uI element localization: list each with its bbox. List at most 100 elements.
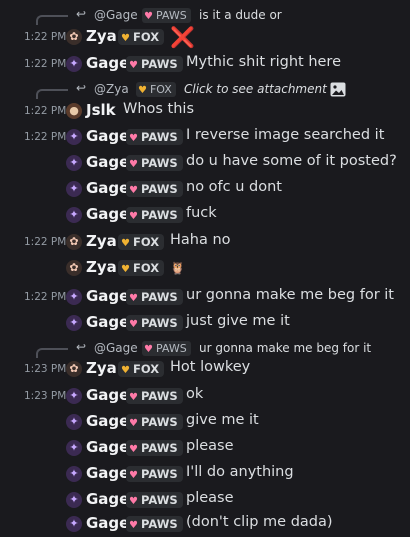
username[interactable]: Gage — [86, 464, 129, 482]
message-row[interactable]: 1:22 PM ✦ Gage ♥ PAWS Mythic shit right h… — [0, 51, 410, 77]
username[interactable]: Zya — [86, 258, 117, 276]
gage-avatar-icon[interactable]: ✦ — [66, 388, 82, 404]
message-text: Hot lowkey — [170, 359, 251, 375]
username[interactable]: Gage — [86, 438, 129, 456]
role-tag: ♥ FOX — [118, 361, 165, 377]
message-text: fuck — [186, 205, 217, 221]
username[interactable]: Gage — [86, 490, 129, 508]
username[interactable]: Gage — [86, 179, 129, 197]
timestamp: 1:22 PM — [24, 31, 67, 43]
heart-icon: ♥ — [129, 418, 138, 429]
gage-avatar-icon[interactable]: ✦ — [66, 466, 82, 482]
reply-username[interactable]: @Gage — [94, 341, 138, 355]
heart-icon: ♥ — [121, 365, 130, 376]
username[interactable]: Zya — [86, 232, 117, 250]
username[interactable]: Gage — [86, 153, 129, 171]
heart-icon: ♥ — [129, 159, 138, 170]
reply-preview[interactable]: ↩ @Zya ♥ FOX Click to see attachment — [0, 80, 410, 100]
reply-username[interactable]: @Gage — [94, 8, 138, 22]
role-tag: ♥ PAWS — [126, 414, 183, 430]
reply-text[interactable]: ur gonna make me beg for it — [199, 341, 371, 355]
message-text: please — [186, 438, 234, 454]
reply-arrow-icon: ↩ — [76, 7, 87, 21]
message-text: do u have some of it posted? — [186, 153, 397, 169]
role-tag: ♥ PAWS — [126, 56, 183, 72]
role-tag: ♥ FOX — [118, 29, 165, 45]
username[interactable]: Gage — [86, 287, 129, 305]
gage-avatar-icon[interactable]: ✦ — [66, 207, 82, 223]
reply-preview[interactable]: ↩ @Gage ♥ PAWS is it a dude or — [0, 6, 410, 26]
gage-avatar-icon[interactable]: ✦ — [66, 516, 82, 532]
image-icon[interactable] — [330, 82, 346, 97]
timestamp: 1:23 PM — [24, 363, 67, 375]
message-text: ur gonna make me beg for it — [186, 287, 394, 303]
message-row[interactable]: ✦ Gage ♥ PAWS please — [0, 435, 410, 461]
username[interactable]: Gage — [86, 54, 129, 72]
reply-text[interactable]: Click to see attachment — [184, 82, 327, 96]
message-row[interactable]: ✦ Gage ♥ PAWS please — [0, 487, 410, 513]
zya-avatar-icon[interactable]: ✿ — [66, 234, 82, 250]
username[interactable]: Zya — [86, 27, 117, 45]
role-tag: ♥ PAWS — [126, 207, 183, 223]
gage-avatar-icon[interactable]: ✦ — [66, 315, 82, 331]
message-row[interactable]: ✿ Zya ♥ FOX 🦉 — [0, 255, 410, 281]
username[interactable]: Gage — [86, 127, 129, 145]
role-tag: ♥ PAWS — [126, 492, 183, 508]
username[interactable]: Gage — [86, 205, 129, 223]
timestamp: 1:22 PM — [24, 236, 67, 248]
heart-icon: ♥ — [129, 470, 138, 481]
message-row[interactable]: 1:23 PM ✦ Gage ♥ PAWS ok — [0, 383, 410, 409]
reply-text[interactable]: is it a dude or — [199, 8, 282, 22]
message-row[interactable]: 1:22 PM ✦ Gage ♥ PAWS I reverse image sea… — [0, 124, 410, 150]
heart-icon: ♥ — [121, 238, 130, 249]
gage-avatar-icon[interactable]: ✦ — [66, 492, 82, 508]
message-row[interactable]: 1:22 PM ✿ Zya ♥ FOX ❌ — [0, 24, 410, 50]
zya-avatar-icon[interactable]: ✿ — [66, 361, 82, 377]
message-text: Whos this — [123, 101, 195, 117]
reply-arrow-icon: ↩ — [76, 340, 87, 354]
message-row[interactable]: ✦ Gage ♥ PAWS fuck — [0, 202, 410, 228]
message-row[interactable]: 1:22 PM ✿ Zya ♥ FOX Haha no — [0, 229, 410, 255]
heart-icon: ♥ — [144, 11, 153, 22]
gage-avatar-icon[interactable]: ✦ — [66, 56, 82, 72]
role-tag: ♥ PAWS — [126, 289, 183, 305]
message-row[interactable]: ✦ Gage ♥ PAWS no ofc u dont — [0, 176, 410, 202]
message-row[interactable]: 1:23 PM ✿ Zya ♥ FOX Hot lowkey — [0, 356, 410, 382]
heart-icon: ♥ — [121, 264, 130, 275]
zya-avatar-icon[interactable]: ✿ — [66, 260, 82, 276]
heart-icon: ♥ — [138, 85, 147, 96]
message-row[interactable]: ✦ Gage ♥ PAWS give me it — [0, 409, 410, 435]
message-row[interactable]: 1:22 PM ✦ Gage ♥ PAWS ur gonna make me be… — [0, 284, 410, 310]
timestamp: 1:22 PM — [24, 131, 67, 143]
message-row[interactable]: ✦ Gage ♥ PAWS just give me it — [0, 310, 410, 336]
message-row[interactable]: 1:22 PM ● Jslk Whos this — [0, 98, 410, 124]
username[interactable]: Jslk — [86, 101, 116, 119]
gage-avatar-icon[interactable]: ✦ — [66, 289, 82, 305]
heart-icon: ♥ — [129, 293, 138, 304]
username[interactable]: Gage — [86, 514, 129, 532]
username[interactable]: Gage — [86, 386, 129, 404]
gage-avatar-icon[interactable]: ✦ — [66, 440, 82, 456]
message-text: (don't clip me dada) — [186, 514, 333, 530]
message-text: Mythic shit right here — [186, 54, 341, 70]
message-row[interactable]: ✦ Gage ♥ PAWS do u have some of it posted… — [0, 150, 410, 176]
jslk-avatar-icon[interactable]: ● — [66, 103, 82, 119]
gage-avatar-icon[interactable]: ✦ — [66, 155, 82, 171]
message-row[interactable]: ✦ Gage ♥ PAWS I'll do anything — [0, 461, 410, 487]
username[interactable]: Gage — [86, 313, 129, 331]
heart-icon: ♥ — [129, 211, 138, 222]
timestamp: 1:22 PM — [24, 291, 67, 303]
gage-avatar-icon[interactable]: ✦ — [66, 181, 82, 197]
zya-avatar-icon[interactable]: ✿ — [66, 29, 82, 45]
gage-avatar-icon[interactable]: ✦ — [66, 129, 82, 145]
role-tag: ♥ PAWS — [126, 315, 183, 331]
reply-username[interactable]: @Zya — [94, 82, 129, 96]
gage-avatar-icon[interactable]: ✦ — [66, 414, 82, 430]
role-tag: ♥ PAWS — [126, 181, 183, 197]
role-tag: ♥ PAWS — [126, 129, 183, 145]
role-tag: ♥ PAWS — [126, 388, 183, 404]
username[interactable]: Zya — [86, 359, 117, 377]
message-row[interactable]: ✦ Gage ♥ PAWS (don't clip me dada) — [0, 511, 410, 537]
username[interactable]: Gage — [86, 412, 129, 430]
heart-icon: ♥ — [144, 344, 153, 355]
